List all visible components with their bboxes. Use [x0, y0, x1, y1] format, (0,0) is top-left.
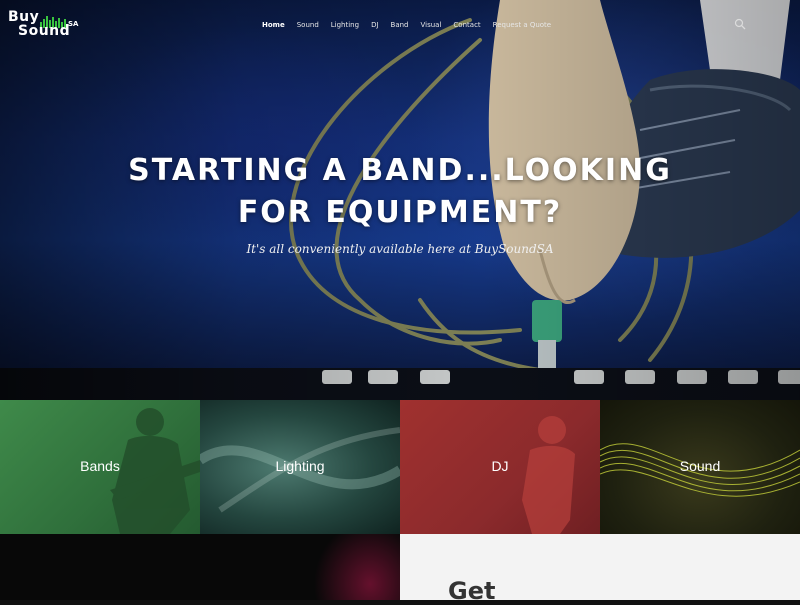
nav-dj[interactable]: DJ	[365, 19, 384, 33]
content-panel: Get	[400, 534, 800, 604]
hero-title: Starting a band...looking for equipment?	[128, 153, 672, 230]
nav-visual[interactable]: Visual	[415, 19, 448, 33]
tile-label: Sound	[679, 458, 721, 474]
section-heading: Get	[448, 577, 496, 605]
nav-contact[interactable]: Contact	[447, 19, 486, 33]
main-nav: Home Sound Lighting DJ Band Visual Conta…	[256, 19, 557, 33]
nav-band[interactable]: Band	[385, 19, 415, 33]
nav-home[interactable]: Home	[256, 19, 291, 33]
tile-label: DJ	[491, 458, 509, 474]
logo-word-sound: Sound	[18, 23, 71, 39]
tile-label: Lighting	[275, 458, 325, 474]
nav-request-quote[interactable]: Request a Quote	[487, 19, 557, 33]
search-icon[interactable]	[734, 18, 746, 30]
category-tiles: Bands Lighting DJ Sound	[0, 400, 800, 534]
tile-sound[interactable]: Sound	[600, 400, 800, 534]
site-logo[interactable]: Buy Sound SA	[8, 10, 78, 40]
hero-banner: Buy Sound SA Home Sound Lighting DJ Band…	[0, 0, 800, 400]
tile-lighting[interactable]: Lighting	[200, 400, 400, 534]
tile-bands[interactable]: Bands	[0, 400, 200, 534]
nav-lighting[interactable]: Lighting	[325, 19, 365, 33]
hero-subtitle: It's all conveniently available here at …	[246, 242, 554, 256]
tile-label: Bands	[80, 458, 120, 474]
logo-suffix: SA	[68, 20, 79, 28]
nav-sound[interactable]: Sound	[291, 19, 325, 33]
tile-dj[interactable]: DJ	[400, 400, 600, 534]
bottom-image-panel	[0, 534, 400, 600]
hero-content: Starting a band...looking for equipment?…	[0, 150, 800, 256]
logo-word-buy: Buy	[8, 9, 40, 25]
